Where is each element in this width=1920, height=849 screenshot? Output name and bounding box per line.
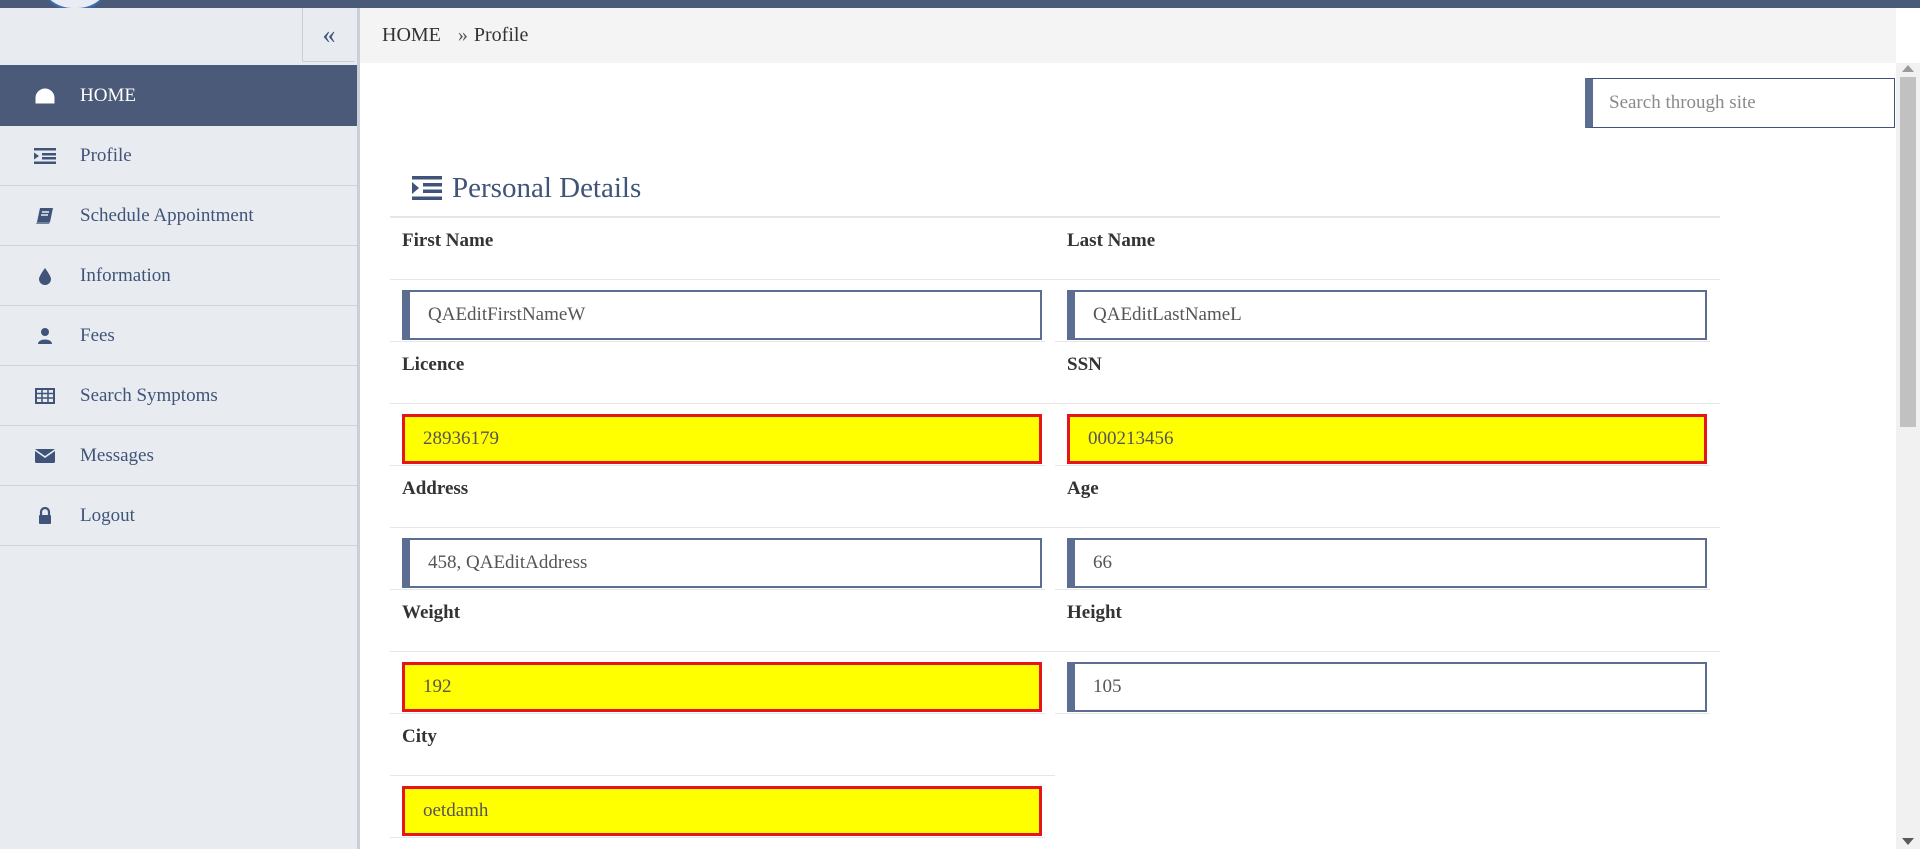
sidebar-item-label: Schedule Appointment — [80, 204, 254, 226]
book-icon — [34, 207, 56, 225]
sidebar-item-profile[interactable]: Profile — [0, 126, 357, 186]
ssn-input[interactable] — [1067, 414, 1707, 464]
form-cell: Weight — [390, 590, 1055, 714]
last-name-label: Last Name — [1055, 218, 1720, 280]
form-cell: Address — [390, 466, 1055, 590]
form-cell: Age — [1055, 466, 1720, 590]
form-cell — [1055, 714, 1720, 838]
panel-title-text: Personal Details — [452, 171, 642, 204]
height-input[interactable] — [1067, 662, 1707, 712]
personal-details-panel: Personal Details First Name Last Name Li… — [390, 160, 1720, 838]
sidebar-item-search-symptoms[interactable]: Search Symptoms — [0, 366, 357, 426]
form-cell: First Name — [390, 218, 1055, 342]
sidebar-item-information[interactable]: Information — [0, 246, 357, 306]
collapse-sidebar-button[interactable]: « — [302, 8, 355, 62]
lock-icon — [34, 506, 56, 525]
ssn-label: SSN — [1055, 342, 1720, 404]
sidebar-item-home[interactable]: HOME — [0, 65, 357, 126]
sidebar-item-logout[interactable]: Logout — [0, 486, 357, 546]
search-input[interactable] — [1585, 78, 1895, 128]
scrollbar-thumb[interactable] — [1900, 77, 1916, 427]
breadcrumb: HOME » Profile — [382, 24, 528, 47]
form-cell: Height — [1055, 590, 1720, 714]
scroll-down-arrow-icon[interactable] — [1902, 838, 1914, 845]
form-row: Licence SSN — [390, 342, 1720, 466]
sidebar-item-fees[interactable]: Fees — [0, 306, 357, 366]
first-name-label: First Name — [390, 218, 1055, 280]
sidebar-item-messages[interactable]: Messages — [0, 426, 357, 486]
form-cell: Licence — [390, 342, 1055, 466]
age-input[interactable] — [1067, 538, 1707, 588]
double-chevron-left-icon: « — [322, 19, 336, 49]
form-row: City — [390, 714, 1720, 838]
address-input[interactable] — [402, 538, 1042, 588]
sidebar-item-label: Search Symptoms — [80, 384, 218, 406]
licence-input[interactable] — [402, 414, 1042, 464]
sidebar-nav: HOME Profile Schedule Appointment Inform… — [0, 65, 357, 546]
breadcrumb-home-link[interactable]: HOME — [382, 24, 441, 46]
age-label: Age — [1055, 466, 1720, 528]
sidebar-item-label: Logout — [80, 504, 135, 526]
sidebar-item-label: HOME — [80, 84, 136, 106]
height-label: Height — [1055, 590, 1720, 652]
weight-label: Weight — [390, 590, 1055, 652]
envelope-icon — [34, 448, 56, 464]
form-cell: SSN — [1055, 342, 1720, 466]
top-bar — [0, 0, 1920, 8]
user-icon — [34, 327, 56, 345]
scroll-up-arrow-icon[interactable] — [1902, 65, 1914, 72]
form-cell: City — [390, 714, 1055, 838]
dashboard-icon — [34, 87, 56, 105]
indent-list-icon — [412, 175, 442, 201]
breadcrumb-current: Profile — [473, 24, 529, 46]
form-row: First Name Last Name — [390, 218, 1720, 342]
sidebar-item-label: Fees — [80, 324, 115, 346]
table-icon — [34, 387, 56, 404]
sidebar-item-label: Information — [80, 264, 171, 286]
sidebar-item-label: Messages — [80, 444, 154, 466]
droplet-icon — [34, 267, 56, 285]
city-label: City — [390, 714, 1055, 776]
panel-title: Personal Details — [390, 160, 1720, 218]
form-cell: Last Name — [1055, 218, 1720, 342]
city-input[interactable] — [402, 786, 1042, 836]
last-name-input[interactable] — [1067, 290, 1707, 340]
form-row: Weight Height — [390, 590, 1720, 714]
sidebar-item-schedule-appointment[interactable]: Schedule Appointment — [0, 186, 357, 246]
address-label: Address — [390, 466, 1055, 528]
form-row: Address Age — [390, 466, 1720, 590]
page-scrollbar[interactable] — [1896, 63, 1920, 849]
weight-input[interactable] — [402, 662, 1042, 712]
first-name-input[interactable] — [402, 290, 1042, 340]
sidebar: « HOME Profile Schedule Appointment Info… — [0, 8, 360, 849]
sidebar-item-label: Profile — [80, 144, 132, 166]
breadcrumb-separator: » — [457, 24, 468, 46]
licence-label: Licence — [390, 342, 1055, 404]
content-header: HOME » Profile — [360, 8, 1896, 63]
indent-list-icon — [34, 147, 56, 165]
